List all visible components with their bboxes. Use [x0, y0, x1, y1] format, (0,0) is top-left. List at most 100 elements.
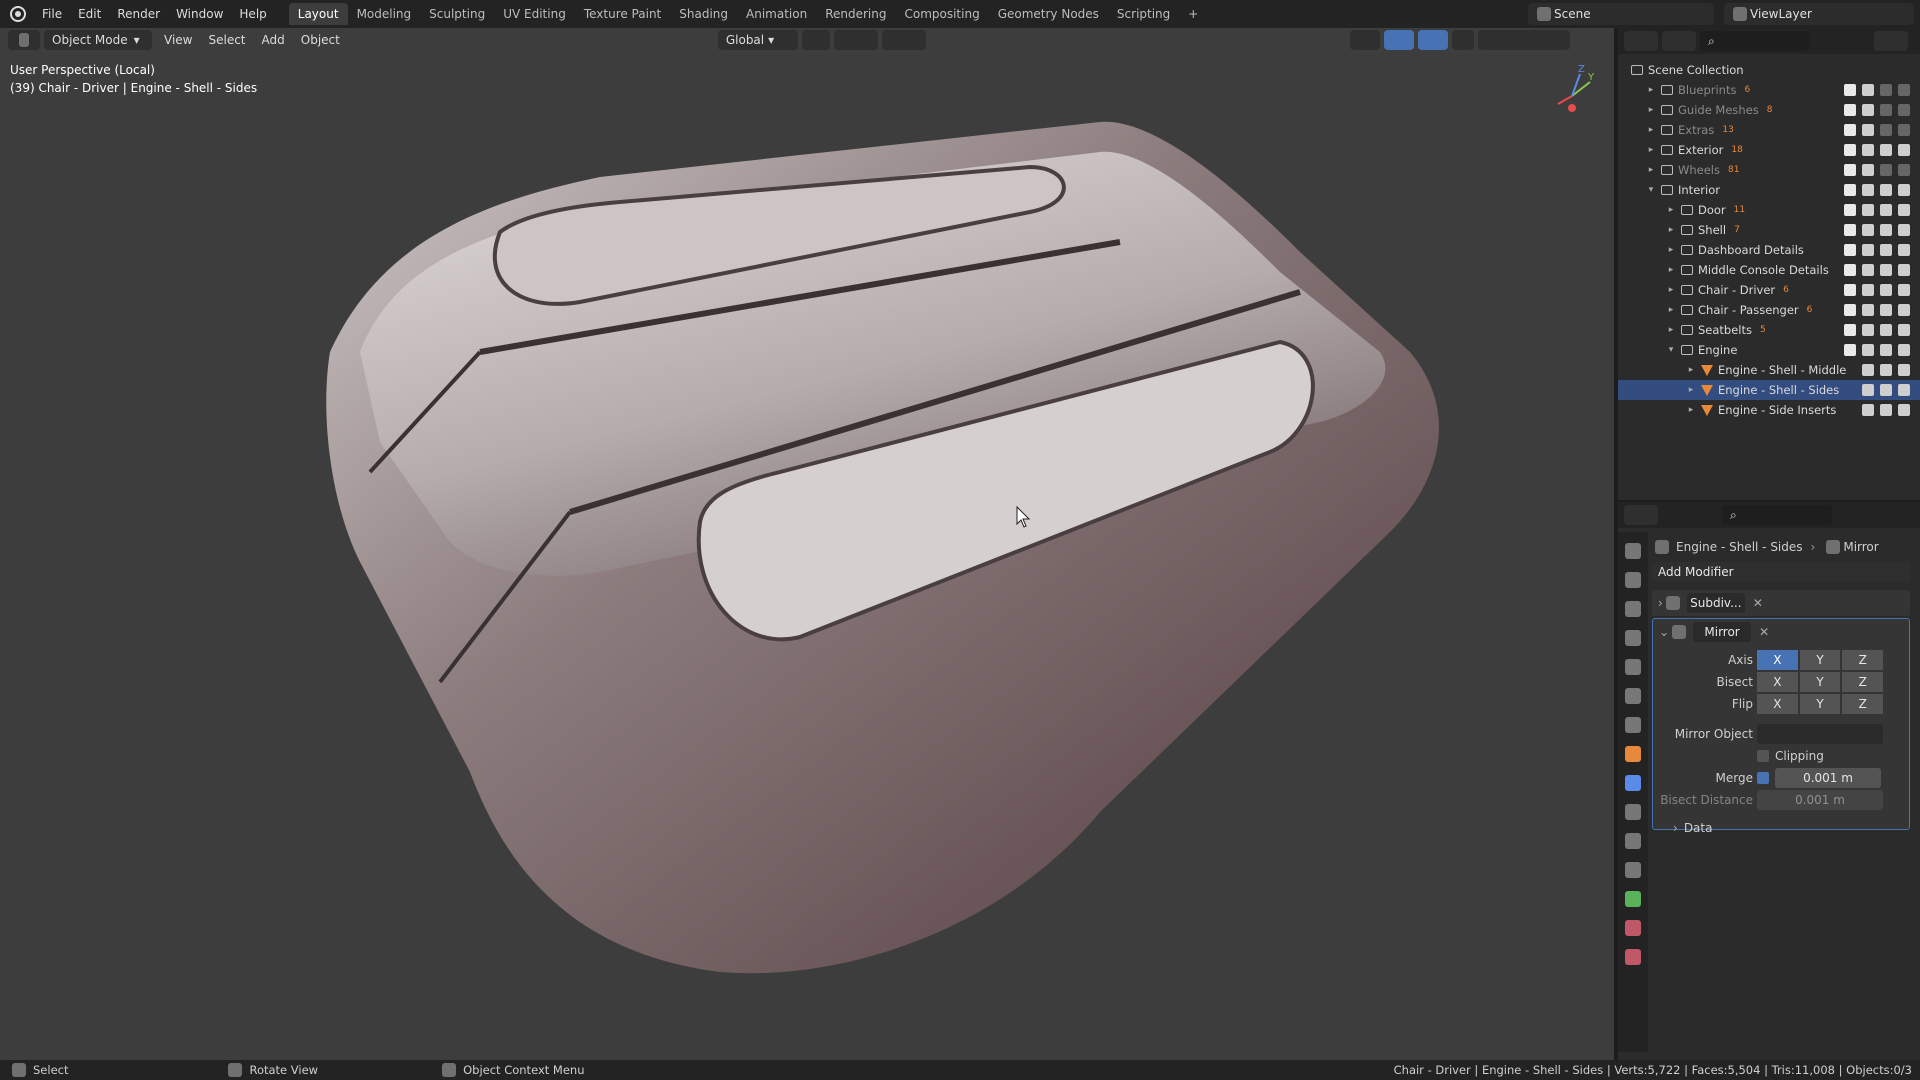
outliner-search-input[interactable]: ⌕ [1700, 31, 1810, 51]
camera-icon[interactable] [1898, 104, 1910, 116]
expand-toggle-icon[interactable]: ▸ [1686, 365, 1696, 375]
outliner-row[interactable]: ▸ Extras 13 [1618, 120, 1920, 140]
camera-icon[interactable] [1898, 404, 1910, 416]
tab-animation[interactable]: Animation [737, 3, 816, 25]
expand-toggle-icon[interactable]: ▸ [1666, 285, 1676, 295]
menu-help[interactable]: Help [231, 7, 274, 21]
flip-x-toggle[interactable]: X [1757, 694, 1798, 714]
select-icon[interactable] [1862, 364, 1874, 376]
select-icon[interactable] [1862, 104, 1874, 116]
menu-view[interactable]: View [156, 33, 200, 47]
select-icon[interactable] [1862, 184, 1874, 196]
eye-icon[interactable] [1880, 304, 1892, 316]
camera-icon[interactable] [1898, 224, 1910, 236]
data-subpanel-header[interactable]: › Data [1653, 817, 1909, 839]
3d-viewport[interactable]: Object Mode ▾ View Select Add Object Glob… [0, 28, 1614, 1060]
axis-z-toggle[interactable]: Z [1842, 650, 1884, 670]
tab-modeling[interactable]: Modeling [348, 3, 421, 25]
outliner-row[interactable]: ▸ Chair - Driver 6 [1618, 280, 1920, 300]
output-tab-icon[interactable] [1625, 601, 1641, 617]
editor-type-button[interactable] [8, 30, 40, 50]
tab-texture-paint[interactable]: Texture Paint [575, 3, 670, 25]
eye-icon[interactable] [1880, 384, 1892, 396]
snap-icon[interactable] [833, 30, 878, 50]
checkbox-icon[interactable] [1844, 324, 1856, 336]
shading-modes[interactable] [1477, 30, 1570, 50]
view-layer-tab-icon[interactable] [1625, 630, 1641, 646]
outliner-row[interactable]: ▸ Seatbelts 5 [1618, 320, 1920, 340]
physics-tab-icon[interactable] [1625, 833, 1641, 849]
menu-add[interactable]: Add [254, 33, 293, 47]
particles-tab-icon[interactable] [1625, 804, 1641, 820]
eye-icon[interactable] [1880, 104, 1892, 116]
bisect-y-toggle[interactable]: Y [1799, 672, 1841, 692]
xray-toggle-icon[interactable] [1451, 30, 1474, 50]
checkbox-icon[interactable] [1844, 124, 1856, 136]
mirror-modifier-header[interactable]: ⌄ Mirror ✕ [1653, 619, 1909, 645]
menu-select[interactable]: Select [200, 33, 253, 47]
subdivision-close-icon[interactable]: ✕ [1753, 596, 1763, 610]
menu-window[interactable]: Window [168, 7, 231, 21]
modifier-tab-icon[interactable] [1625, 775, 1641, 791]
camera-icon[interactable] [1898, 184, 1910, 196]
eye-icon[interactable] [1880, 84, 1892, 96]
eye-icon[interactable] [1880, 144, 1892, 156]
select-icon[interactable] [1862, 224, 1874, 236]
expand-toggle-icon[interactable]: ▸ [1666, 245, 1676, 255]
mode-dropdown[interactable]: Object Mode ▾ [44, 30, 152, 50]
eye-icon[interactable] [1880, 344, 1892, 356]
select-icon[interactable] [1862, 204, 1874, 216]
select-icon[interactable] [1862, 304, 1874, 316]
camera-icon[interactable] [1898, 204, 1910, 216]
select-icon[interactable] [1862, 284, 1874, 296]
mirror-name-field[interactable]: Mirror [1693, 622, 1752, 642]
checkbox-icon[interactable] [1844, 84, 1856, 96]
outliner-row[interactable]: ▸ Guide Meshes 8 [1618, 100, 1920, 120]
select-icon[interactable] [1862, 144, 1874, 156]
transform-orientation-dropdown[interactable]: Global ▾ [717, 30, 798, 50]
expand-toggle-icon[interactable]: ▸ [1646, 85, 1656, 95]
axis-y-toggle[interactable]: Y [1799, 650, 1841, 670]
eye-icon[interactable] [1880, 244, 1892, 256]
scene-tab-icon[interactable] [1625, 659, 1641, 675]
checkbox-icon[interactable] [1844, 204, 1856, 216]
select-icon[interactable] [1862, 164, 1874, 176]
outliner-row[interactable]: ▸ Engine - Shell - Middle [1618, 360, 1920, 380]
checkbox-icon[interactable] [1844, 224, 1856, 236]
camera-icon[interactable] [1898, 84, 1910, 96]
collection-tab-icon[interactable] [1625, 717, 1641, 733]
object-tab-icon[interactable] [1625, 746, 1641, 762]
constraints-tab-icon[interactable] [1625, 862, 1641, 878]
overlay-toggle-icon[interactable] [1417, 30, 1448, 50]
checkbox-icon[interactable] [1844, 284, 1856, 296]
camera-icon[interactable] [1898, 284, 1910, 296]
outliner-row[interactable]: ▸ Exterior 18 [1618, 140, 1920, 160]
checkbox-icon[interactable] [1844, 164, 1856, 176]
outliner-row[interactable]: ▸ Shell 7 [1618, 220, 1920, 240]
scene-selector[interactable]: Scene [1528, 3, 1714, 25]
pivot-point-icon[interactable] [801, 30, 830, 50]
select-icon[interactable] [1862, 324, 1874, 336]
gizmo-toggle-icon[interactable] [1383, 30, 1414, 50]
eye-icon[interactable] [1880, 364, 1892, 376]
select-icon[interactable] [1862, 244, 1874, 256]
expand-toggle-icon[interactable]: ▸ [1686, 405, 1696, 415]
tab-scripting[interactable]: Scripting [1108, 3, 1179, 25]
expand-toggle-icon[interactable]: ▸ [1646, 105, 1656, 115]
bisect-x-toggle[interactable]: X [1757, 672, 1798, 692]
tab-layout[interactable]: Layout [288, 3, 348, 25]
mirror-close-icon[interactable]: ✕ [1759, 625, 1769, 639]
camera-icon[interactable] [1898, 384, 1910, 396]
select-icon[interactable] [1862, 404, 1874, 416]
view-layer-selector[interactable]: ViewLayer [1724, 3, 1914, 25]
display-mode-dropdown[interactable] [1662, 31, 1696, 51]
axis-x-toggle[interactable]: X [1757, 650, 1798, 670]
checkbox-icon[interactable] [1844, 184, 1856, 196]
texture-tab-icon[interactable] [1625, 949, 1641, 965]
flip-y-toggle[interactable]: Y [1799, 694, 1841, 714]
menu-edit[interactable]: Edit [70, 7, 109, 21]
select-icon[interactable] [1862, 384, 1874, 396]
tab-shading[interactable]: Shading [670, 3, 737, 25]
outliner-row[interactable]: ▸ Dashboard Details [1618, 240, 1920, 260]
world-tab-icon[interactable] [1625, 688, 1641, 704]
